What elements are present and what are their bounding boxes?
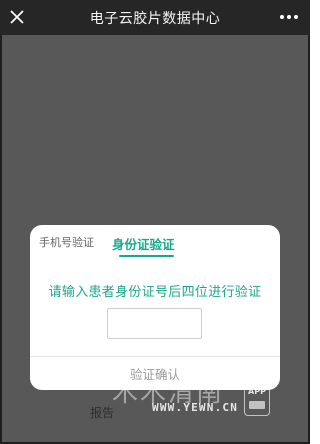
close-button[interactable] <box>6 6 28 28</box>
verification-dialog: 手机号验证 身份证验证 请输入患者身份证号后四位进行验证 验证确认 <box>30 225 280 390</box>
verification-prompt: 请输入患者身份证号后四位进行验证 <box>48 285 262 300</box>
more-button[interactable] <box>276 6 302 28</box>
id-last-four-input[interactable] <box>107 308 202 339</box>
active-tab-indicator <box>119 255 174 257</box>
site-watermark: 木木清南 WWW.YEWN.CN APP <box>88 368 308 418</box>
app-badge-bar <box>249 401 265 409</box>
more-horizontal-icon <box>280 15 298 19</box>
page-title: 电子云胶片数据中心 <box>89 10 221 27</box>
tab-id-verification[interactable]: 身份证验证 <box>112 234 175 253</box>
screen: 电子云胶片数据中心 报告 手机号验证 身份证验证 请输入患者身份证号后四位进行验… <box>0 0 310 444</box>
tab-phone-verification[interactable]: 手机号验证 <box>39 234 94 250</box>
app-badge-label: APP <box>248 387 266 396</box>
watermark-url: WWW.YEWN.CN <box>152 401 239 414</box>
verification-tabs: 手机号验证 身份证验证 <box>30 225 280 261</box>
top-bar: 电子云胶片数据中心 <box>0 0 310 35</box>
close-icon <box>10 10 24 24</box>
app-badge-icon: APP <box>244 382 270 416</box>
